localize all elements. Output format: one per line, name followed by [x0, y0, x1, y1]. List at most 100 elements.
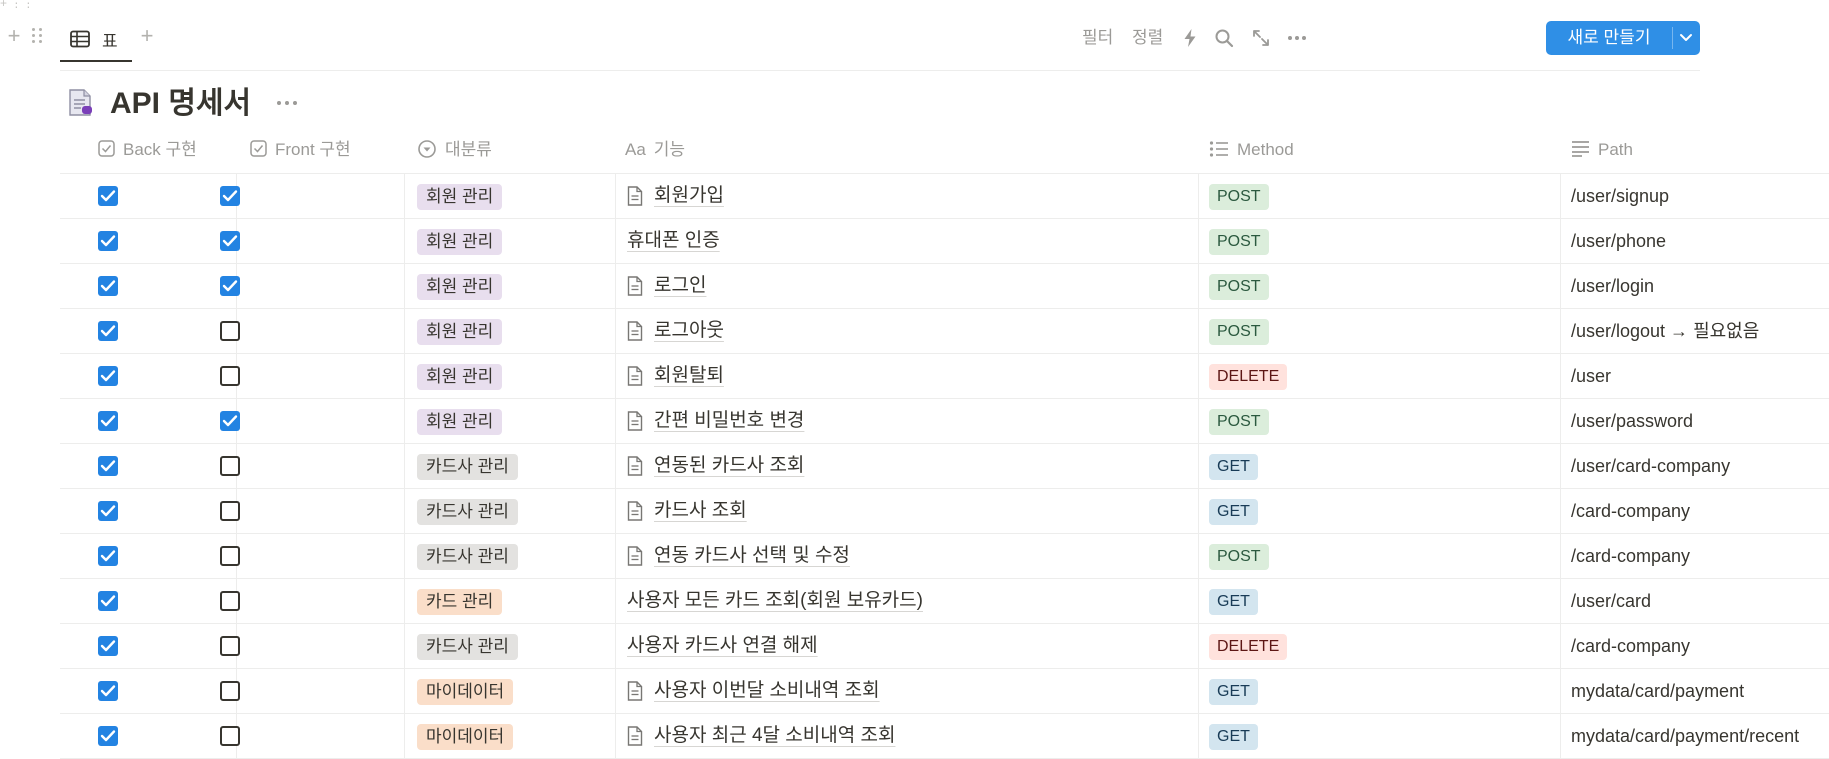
table-row[interactable]: 카드사 관리 연동 카드사 선택 및 수정 POST/card-company: [60, 534, 1829, 579]
method-tag[interactable]: GET: [1209, 724, 1258, 750]
back-checkbox[interactable]: [98, 591, 118, 611]
feature-label[interactable]: 회원가입: [654, 174, 724, 218]
back-checkbox[interactable]: [98, 501, 118, 521]
category-tag[interactable]: 회원 관리: [417, 364, 503, 390]
expand-icon[interactable]: [1251, 28, 1271, 48]
feature-label[interactable]: 회원탈퇴: [654, 354, 724, 398]
back-checkbox[interactable]: [98, 456, 118, 476]
category-tag[interactable]: 회원 관리: [417, 409, 503, 435]
method-tag[interactable]: DELETE: [1209, 364, 1288, 390]
method-tag[interactable]: GET: [1209, 589, 1258, 615]
method-tag[interactable]: GET: [1209, 499, 1258, 525]
table-row[interactable]: 회원 관리 휴대폰 인증 POST/user/phone: [60, 219, 1829, 264]
feature-label[interactable]: 사용자 이번달 소비내역 조회: [654, 669, 880, 713]
table-row[interactable]: 회원 관리 회원가입 POST/user/signup: [60, 174, 1829, 219]
filter-button[interactable]: 필터: [1082, 18, 1113, 58]
method-tag[interactable]: GET: [1209, 454, 1258, 480]
path-cell[interactable]: /user/card-company: [1571, 444, 1730, 488]
chevron-down-icon[interactable]: [1672, 21, 1700, 55]
front-checkbox[interactable]: [220, 366, 240, 386]
feature-label[interactable]: 사용자 최근 4달 소비내역 조회: [654, 714, 895, 758]
method-tag[interactable]: DELETE: [1209, 634, 1288, 660]
feature-label[interactable]: 간편 비밀번호 변경: [654, 399, 804, 443]
category-tag[interactable]: 카드사 관리: [417, 454, 518, 480]
path-cell[interactable]: /user/login: [1571, 264, 1654, 308]
category-tag[interactable]: 카드사 관리: [417, 499, 518, 525]
column-category[interactable]: 대분류: [417, 127, 492, 173]
add-view-icon[interactable]: +: [137, 25, 157, 47]
category-tag[interactable]: 회원 관리: [417, 319, 503, 345]
feature-label[interactable]: 사용자 모든 카드 조회(회원 보유카드): [627, 579, 923, 623]
category-tag[interactable]: 마이데이터: [417, 679, 514, 705]
front-checkbox[interactable]: [220, 501, 240, 521]
front-checkbox[interactable]: [220, 456, 240, 476]
back-checkbox[interactable]: [98, 681, 118, 701]
back-checkbox[interactable]: [98, 276, 118, 296]
front-checkbox[interactable]: [220, 411, 240, 431]
method-tag[interactable]: POST: [1209, 274, 1269, 300]
front-checkbox[interactable]: [220, 681, 240, 701]
front-checkbox[interactable]: [220, 276, 240, 296]
path-cell[interactable]: /user/card: [1571, 579, 1651, 623]
back-checkbox[interactable]: [98, 186, 118, 206]
column-front[interactable]: Front 구현: [250, 127, 351, 173]
path-cell[interactable]: mydata/card/payment: [1571, 669, 1744, 713]
feature-label[interactable]: 카드사 조회: [654, 489, 747, 533]
add-block-icon[interactable]: +: [4, 25, 24, 47]
column-back[interactable]: Back 구현: [98, 127, 197, 173]
page-title[interactable]: API 명세서: [110, 84, 251, 124]
back-checkbox[interactable]: [98, 366, 118, 386]
path-cell[interactable]: /user/signup: [1571, 174, 1669, 218]
category-tag[interactable]: 회원 관리: [417, 229, 503, 255]
method-tag[interactable]: GET: [1209, 679, 1258, 705]
feature-label[interactable]: 연동 카드사 선택 및 수정: [654, 534, 850, 578]
table-row[interactable]: 카드사 관리 사용자 카드사 연결 해제 DELETE/card-company: [60, 624, 1829, 669]
path-cell[interactable]: /user: [1571, 354, 1611, 398]
tab-table-view[interactable]: 표: [60, 18, 132, 62]
path-cell[interactable]: /user/logout → 필요없음: [1571, 309, 1759, 353]
front-checkbox[interactable]: [220, 546, 240, 566]
path-cell[interactable]: mydata/card/payment/recent: [1571, 714, 1799, 758]
method-tag[interactable]: POST: [1209, 229, 1269, 255]
feature-label[interactable]: 로그인: [654, 264, 706, 308]
table-row[interactable]: 회원 관리 로그인 POST/user/login: [60, 264, 1829, 309]
path-cell[interactable]: /card-company: [1571, 489, 1690, 533]
table-row[interactable]: 카드사 관리 연동된 카드사 조회 GET/user/card-company: [60, 444, 1829, 489]
automation-bolt-icon[interactable]: [1180, 28, 1200, 48]
new-button[interactable]: 새로 만들기: [1546, 21, 1672, 55]
back-checkbox[interactable]: [98, 546, 118, 566]
column-path[interactable]: Path: [1571, 127, 1633, 173]
table-row[interactable]: 카드 관리 사용자 모든 카드 조회(회원 보유카드) GET/user/card: [60, 579, 1829, 624]
front-checkbox[interactable]: [220, 186, 240, 206]
method-tag[interactable]: POST: [1209, 184, 1269, 210]
front-checkbox[interactable]: [220, 231, 240, 251]
method-tag[interactable]: POST: [1209, 319, 1269, 345]
front-checkbox[interactable]: [220, 636, 240, 656]
path-cell[interactable]: /card-company: [1571, 534, 1690, 578]
feature-label[interactable]: 휴대폰 인증: [627, 219, 720, 263]
search-icon[interactable]: [1214, 28, 1234, 48]
table-row[interactable]: 마이데이터 사용자 이번달 소비내역 조회 GET mydata/card/payme…: [60, 669, 1829, 714]
drag-handle-icon[interactable]: [32, 26, 46, 46]
path-cell[interactable]: /user/phone: [1571, 219, 1666, 263]
front-checkbox[interactable]: [220, 726, 240, 746]
more-icon[interactable]: [1287, 28, 1307, 48]
feature-label[interactable]: 연동된 카드사 조회: [654, 444, 804, 488]
back-checkbox[interactable]: [98, 231, 118, 251]
category-tag[interactable]: 카드사 관리: [417, 544, 518, 570]
sort-button[interactable]: 정렬: [1132, 18, 1163, 58]
method-tag[interactable]: POST: [1209, 409, 1269, 435]
back-checkbox[interactable]: [98, 321, 118, 341]
category-tag[interactable]: 회원 관리: [417, 184, 503, 210]
feature-label[interactable]: 로그아웃: [654, 309, 724, 353]
column-method[interactable]: Method: [1209, 127, 1294, 173]
method-tag[interactable]: POST: [1209, 544, 1269, 570]
back-checkbox[interactable]: [98, 411, 118, 431]
table-row[interactable]: 카드사 관리 카드사 조회 GET/card-company: [60, 489, 1829, 534]
more-icon[interactable]: [276, 98, 298, 108]
front-checkbox[interactable]: [220, 591, 240, 611]
category-tag[interactable]: 마이데이터: [417, 724, 514, 750]
category-tag[interactable]: 회원 관리: [417, 274, 503, 300]
category-tag[interactable]: 카드 관리: [417, 589, 503, 615]
category-tag[interactable]: 카드사 관리: [417, 634, 518, 660]
